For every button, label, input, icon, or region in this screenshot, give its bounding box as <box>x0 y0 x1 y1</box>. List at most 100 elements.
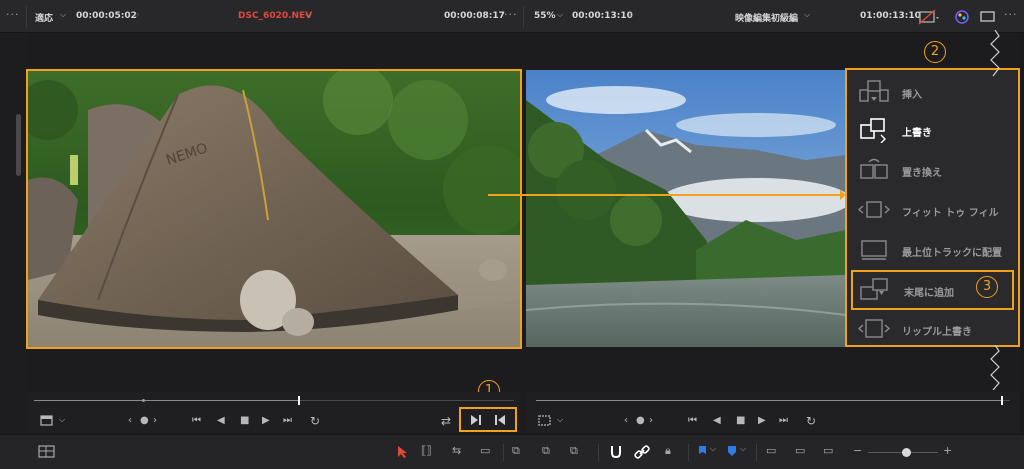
play-reverse-icon[interactable]: ◀ <box>217 416 225 426</box>
play-icon[interactable]: ▶ <box>758 416 766 426</box>
chevron-down-icon[interactable]: ⌵ <box>740 445 746 453</box>
zoom-detail-icon[interactable]: ▭ <box>795 445 805 456</box>
fit-to-fill-icon <box>857 201 891 218</box>
mark-buttons-highlight <box>459 407 517 432</box>
source-options-icon[interactable]: ··· <box>504 8 518 21</box>
chevron-down-icon[interactable]: ⌵ <box>804 10 810 20</box>
menu-item-label: 挿入 <box>902 90 922 101</box>
cut-mark-bottom <box>990 345 1000 390</box>
zoom-custom-icon[interactable]: ▭ <box>823 445 833 456</box>
divider <box>598 444 599 461</box>
last-frame-icon[interactable]: ⏭ <box>283 416 292 426</box>
monitor-output-icon[interactable] <box>918 9 940 25</box>
overwrite-icon <box>860 118 886 143</box>
zoom-slider-handle[interactable] <box>902 448 911 457</box>
timeline-view-options-icon[interactable] <box>38 445 56 459</box>
chevron-down-icon[interactable]: ⌵ <box>305 10 311 20</box>
place-on-top-icon <box>861 240 887 260</box>
menu-item-replace[interactable]: 置き換え <box>847 151 1018 189</box>
zoom-out-icon[interactable]: − <box>853 445 862 456</box>
chevron-down-icon[interactable]: ⌵ <box>557 10 563 20</box>
chevron-down-icon[interactable]: ⌵ <box>557 416 563 424</box>
zoom-full-icon[interactable]: ▭ <box>766 445 776 456</box>
color-effects-icon[interactable] <box>954 9 970 25</box>
mark-in-icon[interactable] <box>493 414 507 426</box>
trim-edit-icon[interactable]: ⟦⟧ <box>421 445 432 456</box>
left-options-icon[interactable]: ··· <box>6 8 20 21</box>
source-clip-nav-icon[interactable]: ◦ <box>134 11 140 21</box>
edit-overlay-menu: 挿入 上書き 置き換え フィット トゥ フィル 最上位トラックに配置 末尾に追加… <box>845 68 1020 347</box>
source-playhead[interactable] <box>298 396 300 405</box>
menu-item-label: リップル上書き <box>902 327 972 338</box>
edit-toolbar: ⟦⟧ ⇆ ▭ ⧉ ⧉ ⧉ 🔒︎ ⌵ ⌵ ▭ ▭ ▭ − + <box>0 434 1024 469</box>
viewer-mode-icon[interactable] <box>980 10 996 24</box>
flag-icon[interactable] <box>697 445 707 458</box>
menu-item-label: 置き換え <box>902 168 942 179</box>
source-zoom-select[interactable]: 適応 <box>35 11 53 24</box>
chevron-down-icon[interactable]: ⌵ <box>710 445 716 453</box>
match-frame-icon[interactable]: ⇄ <box>441 415 451 427</box>
dynamic-trim-icon[interactable]: ⇆ <box>452 445 461 456</box>
chevron-down-icon[interactable]: ⌵ <box>59 416 65 424</box>
menu-item-label: フィット トゥ フィル <box>902 208 999 219</box>
insert-clip-icon[interactable]: ⧉ <box>512 445 520 456</box>
jog-center-icon[interactable]: ● <box>636 416 645 426</box>
right-strip <box>1020 33 1024 433</box>
append-at-end-icon <box>860 278 888 300</box>
menu-item-label: 最上位トラックに配置 <box>902 248 1002 259</box>
scrollbar-thumb[interactable] <box>16 114 21 176</box>
loop-icon[interactable]: ↻ <box>806 415 816 427</box>
play-reverse-icon[interactable]: ◀ <box>713 416 721 426</box>
timeline-zoom-select[interactable]: 55% <box>534 11 556 21</box>
timeline-playhead[interactable] <box>1000 396 1003 405</box>
timeline-options-icon[interactable]: ··· <box>1004 8 1018 21</box>
snapping-icon[interactable] <box>609 444 623 460</box>
menu-item-overwrite[interactable]: 上書き <box>847 111 1018 149</box>
menu-item-fit-to-fill[interactable]: フィット トゥ フィル <box>847 191 1018 229</box>
divider <box>756 444 757 461</box>
stop-icon[interactable]: ■ <box>240 416 249 426</box>
last-frame-icon[interactable]: ⏭ <box>779 416 788 426</box>
stop-icon[interactable]: ■ <box>736 416 745 426</box>
viewer-layout-icon[interactable] <box>40 415 56 427</box>
menu-item-ripple-overwrite[interactable]: リップル上書き <box>847 310 1018 348</box>
source-viewer-highlight <box>26 69 522 349</box>
chevron-down-icon[interactable]: ⌵ <box>60 10 66 20</box>
insert-icon <box>859 80 889 102</box>
first-frame-icon[interactable]: ⏮ <box>688 416 697 426</box>
selection-pointer-icon[interactable] <box>396 445 408 459</box>
loop-icon[interactable]: ↻ <box>310 415 320 427</box>
jog-center-icon[interactable]: ● <box>140 416 149 426</box>
marker-icon[interactable] <box>727 445 737 458</box>
jog-left-icon[interactable]: ‹ <box>624 416 628 426</box>
overwrite-clip-icon[interactable]: ⧉ <box>542 445 550 456</box>
viewer-header: ··· 適応 ⌵ 00:00:05:02 ◦ DSC_6020.NEV ⌵ 00… <box>0 0 1024 33</box>
divider <box>26 6 27 28</box>
jog-right-icon[interactable]: › <box>153 416 157 426</box>
timeline-nav-icon[interactable]: ◦ <box>628 11 634 21</box>
first-frame-icon[interactable]: ⏮ <box>192 416 201 426</box>
mark-out-icon[interactable] <box>469 414 483 426</box>
blade-edit-icon[interactable]: ▭ <box>480 445 490 456</box>
source-scrubber-played <box>34 400 298 401</box>
play-icon[interactable]: ▶ <box>262 416 270 426</box>
jog-left-icon[interactable]: ‹ <box>128 416 132 426</box>
timeline-timecode-position: 01:00:13:10 <box>860 11 921 21</box>
timeline-transport-controls: ⌵ ‹ ● › ⏮ ◀ ■ ▶ ⏭ ↻ <box>526 392 1020 433</box>
timeline-viewer-image[interactable] <box>526 70 846 347</box>
menu-item-place-on-top[interactable]: 最上位トラックに配置 <box>847 231 1018 269</box>
position-lock-icon[interactable]: 🔒︎ <box>665 445 671 456</box>
annotation-marker-2: 2 <box>924 41 946 63</box>
timeline-name[interactable]: 映像編集初級編 <box>735 11 798 24</box>
menu-item-label: 末尾に追加 <box>904 288 954 299</box>
divider <box>523 6 524 28</box>
source-clip-name[interactable]: DSC_6020.NEV <box>238 11 312 21</box>
viewer-layout-icon[interactable] <box>538 415 554 427</box>
replace-clip-icon[interactable]: ⧉ <box>570 445 578 456</box>
timeline-timecode-duration: 00:00:13:10 <box>572 11 633 21</box>
source-timecode-position: 00:00:08:17 <box>444 11 505 21</box>
zoom-in-icon[interactable]: + <box>943 445 952 456</box>
jog-right-icon[interactable]: › <box>649 416 653 426</box>
cut-mark-top <box>990 30 1000 77</box>
linked-selection-icon[interactable] <box>634 444 650 460</box>
